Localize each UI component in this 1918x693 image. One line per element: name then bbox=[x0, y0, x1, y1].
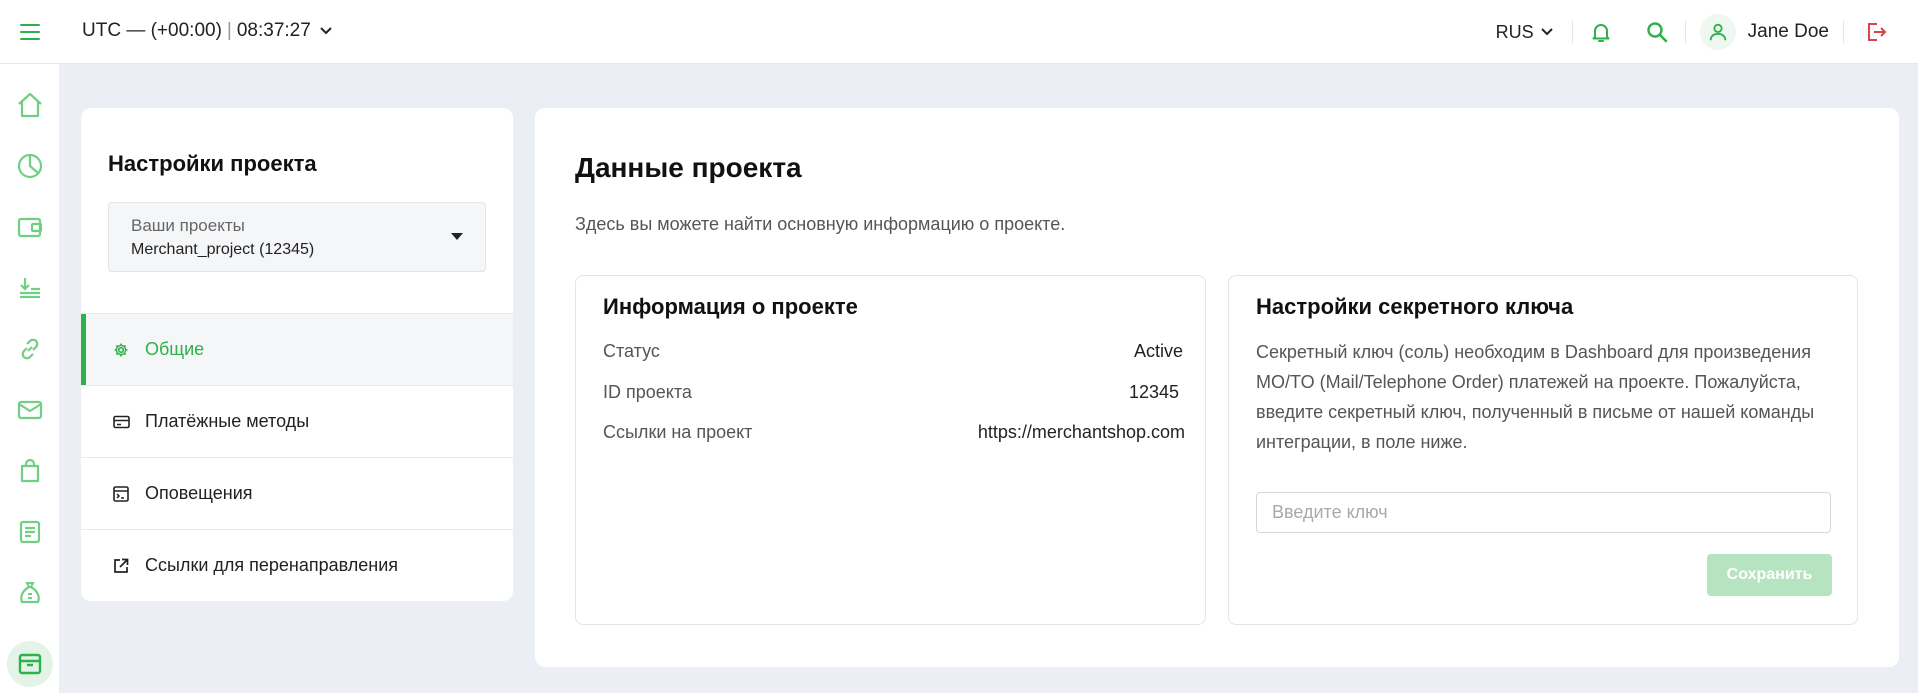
money-bag-icon bbox=[20, 582, 40, 604]
avatar bbox=[1699, 14, 1736, 50]
language-selector[interactable]: RUS bbox=[1478, 22, 1572, 43]
info-label: ID проекта bbox=[603, 381, 692, 402]
page-title: Данные проекта bbox=[575, 152, 802, 183]
payouts-icon bbox=[20, 278, 40, 299]
secret-key-card: Настройки секретного ключа Секретный клю… bbox=[1228, 275, 1858, 625]
time-dropdown[interactable]: 08:37:27 bbox=[237, 20, 333, 42]
status-value: Active bbox=[1133, 340, 1183, 361]
project-settings-panel: Настройки проекта Ваши проекты Merchant_… bbox=[81, 108, 513, 601]
info-row-project-links: Ссылки на проект https://merchantshop.co… bbox=[603, 420, 1185, 444]
nav-analytics[interactable] bbox=[7, 143, 53, 189]
page-description: Здесь вы можете найти основную информаци… bbox=[575, 214, 1066, 234]
panel-title: Настройки проекта bbox=[108, 151, 317, 176]
caret-down-icon bbox=[451, 233, 463, 240]
menu-item-label: Платёжные методы bbox=[145, 411, 310, 431]
menu-item-redirect-links[interactable]: Ссылки для перенаправления bbox=[81, 529, 513, 601]
timezone-label: UTC — (+00:00) bbox=[82, 20, 222, 41]
menu-item-label: Оповещения bbox=[145, 483, 253, 503]
project-info-card: Информация о проекте Статус Active ID пр… bbox=[575, 275, 1206, 625]
settings-menu: Общие Платёжные методы Оповещения Ссылки… bbox=[81, 313, 513, 601]
project-info-title: Информация о проекте bbox=[603, 294, 858, 319]
terminal-icon bbox=[112, 485, 130, 503]
menu-item-general[interactable]: Общие bbox=[81, 313, 513, 386]
nav-home[interactable] bbox=[7, 82, 53, 128]
current-time: 08:37:27 bbox=[236, 20, 311, 41]
bag-icon bbox=[20, 458, 40, 483]
project-link-value[interactable]: https://merchantshop.com bbox=[978, 422, 1185, 443]
info-label: Ссылки на проект bbox=[603, 421, 753, 442]
search-icon bbox=[1646, 22, 1667, 43]
menu-item-payment-methods[interactable]: Платёжные методы bbox=[81, 385, 513, 457]
card-icon bbox=[112, 413, 130, 431]
document-icon bbox=[19, 520, 41, 544]
external-link-icon bbox=[112, 557, 130, 575]
user-icon bbox=[1709, 23, 1726, 41]
nav-wallet[interactable] bbox=[7, 204, 53, 250]
top-bar: UTC — (+00:00) | 08:37:27 RUS Jane Doe bbox=[0, 0, 1918, 64]
bell-icon bbox=[1592, 24, 1610, 42]
save-button[interactable]: Сохранить bbox=[1707, 554, 1832, 596]
project-id-value: 12345 bbox=[1128, 381, 1179, 402]
logout-button[interactable] bbox=[1844, 20, 1888, 44]
nav-projects[interactable] bbox=[7, 641, 53, 687]
user-menu[interactable]: Jane Doe bbox=[1686, 14, 1843, 50]
secret-key-description: Секретный ключ (соль) необходим в Dashbo… bbox=[1256, 342, 1815, 452]
link-icon bbox=[21, 338, 39, 360]
hamburger-menu-icon[interactable] bbox=[20, 19, 46, 45]
info-row-project-id: ID проекта 12345 bbox=[603, 380, 1183, 404]
user-name: Jane Doe bbox=[1747, 21, 1829, 42]
timezone-clock: UTC — (+00:00) | 08:37:27 bbox=[82, 20, 333, 42]
language-label: RUS bbox=[1495, 21, 1534, 42]
menu-item-label: Общие bbox=[145, 339, 205, 359]
nav-finance[interactable] bbox=[7, 570, 53, 616]
timezone-separator: | bbox=[226, 20, 232, 41]
notifications-button[interactable] bbox=[1573, 20, 1629, 44]
menu-item-notifications[interactable]: Оповещения bbox=[81, 457, 513, 529]
gear-icon bbox=[112, 341, 130, 359]
info-label: Статус bbox=[603, 340, 660, 361]
nav-payouts[interactable] bbox=[7, 265, 53, 311]
nav-messages[interactable] bbox=[7, 387, 53, 433]
project-select[interactable]: Ваши проекты Merchant_project (12345) bbox=[108, 202, 486, 272]
nav-links[interactable] bbox=[7, 326, 53, 372]
secret-key-input[interactable] bbox=[1256, 492, 1831, 533]
nav-shop[interactable] bbox=[7, 448, 53, 494]
chevron-down-icon bbox=[320, 27, 332, 35]
project-select-label: Ваши проекты bbox=[131, 216, 245, 235]
project-data-panel: Данные проекта Здесь вы можете найти осн… bbox=[535, 108, 1899, 667]
info-row-status: Статус Active bbox=[603, 339, 1183, 363]
pie-chart-icon bbox=[17, 153, 43, 179]
sidebar-nav bbox=[0, 64, 59, 693]
wallet-icon bbox=[17, 217, 43, 238]
search-button[interactable] bbox=[1629, 20, 1685, 44]
secret-key-title: Настройки секретного ключа bbox=[1256, 294, 1574, 319]
chevron-down-icon bbox=[1540, 28, 1553, 36]
archive-icon bbox=[18, 653, 42, 675]
project-select-value: Merchant_project (12345) bbox=[131, 241, 315, 258]
menu-item-label: Ссылки для перенаправления bbox=[145, 555, 399, 575]
mail-icon bbox=[17, 400, 43, 420]
logout-icon bbox=[1868, 23, 1887, 41]
home-icon bbox=[18, 92, 42, 118]
nav-reports[interactable] bbox=[7, 509, 53, 555]
